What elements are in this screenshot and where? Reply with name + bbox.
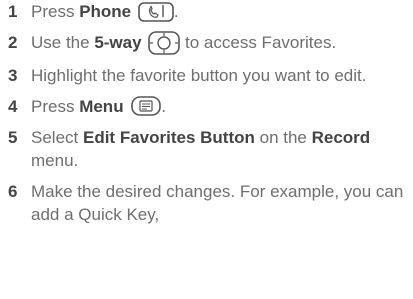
step-text: Highlight the favorite button you want t… — [31, 65, 367, 85]
instruction-steps: 1 Press Phone . 2 Use the 5-way to acces… — [8, 0, 408, 234]
step-text: Use the 5-way to access Favorites. — [31, 30, 336, 55]
phone-key-label: Phone — [79, 2, 132, 21]
step-3: 3 Highlight the favorite button you want… — [8, 64, 408, 87]
phone-key-icon — [138, 1, 174, 22]
record-menu-label: Record — [311, 127, 371, 147]
five-way-navigator-icon — [148, 30, 181, 55]
step-number: 4 — [8, 96, 18, 116]
menu-key-label: Menu — [79, 96, 124, 116]
step-6: 6 Make the desired changes. For example,… — [8, 180, 408, 226]
step-number: 2 — [8, 33, 18, 52]
step-text: Press Menu . — [31, 96, 167, 116]
menu-key-icon — [131, 96, 162, 116]
step-5: 5 Select Edit Favorites Button on the Re… — [8, 126, 408, 172]
step-2: 2 Use the 5-way to access Favorites. — [8, 30, 408, 56]
step-4: 4 Press Menu . — [8, 95, 408, 118]
step-number: 6 — [8, 181, 18, 201]
step-1: 1 Press Phone . — [8, 0, 408, 23]
step-text: Select Edit Favorites Button on the Reco… — [31, 127, 371, 170]
step-number: 1 — [8, 2, 18, 21]
step-text: Make the desired changes. For example, y… — [31, 181, 404, 224]
step-text: Press Phone . — [31, 1, 179, 22]
step-number: 5 — [8, 127, 18, 147]
step-number: 3 — [8, 65, 18, 85]
five-way-label: 5-way — [94, 33, 142, 52]
edit-favorites-button-label: Edit Favorites Button — [82, 127, 255, 147]
